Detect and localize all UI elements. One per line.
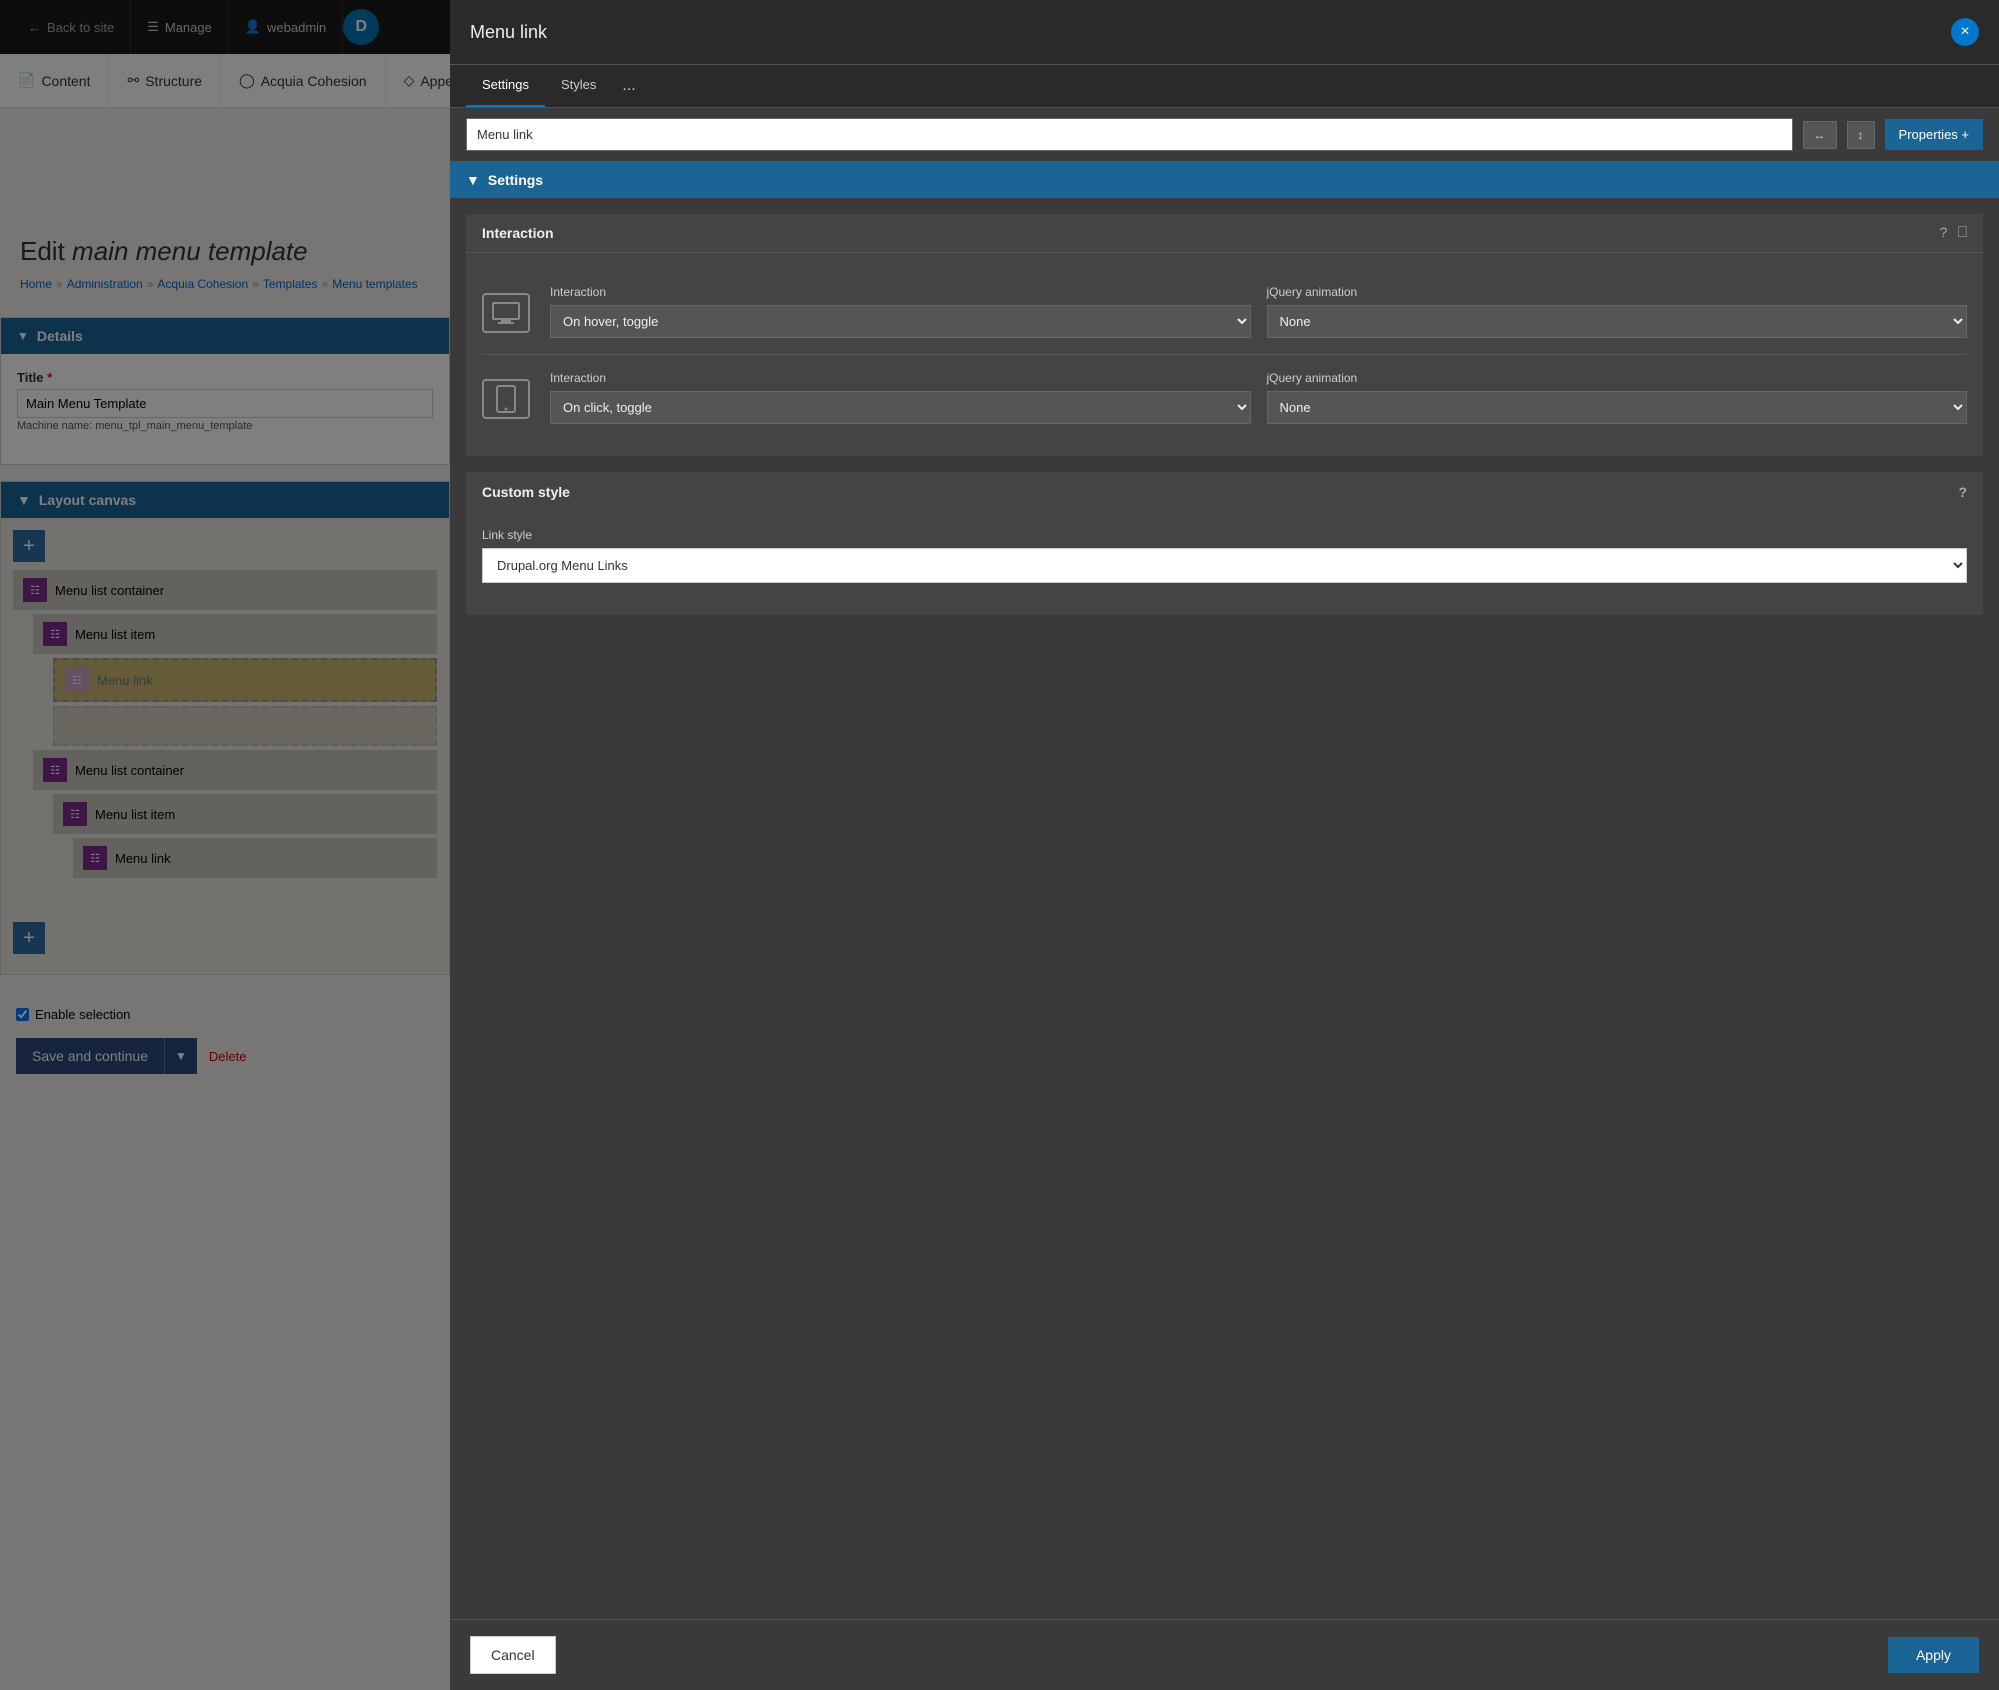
modal-toolbar-btn2[interactable]: ↕ <box>1847 121 1875 149</box>
apply-button[interactable]: Apply <box>1888 1637 1979 1673</box>
jquery-select-1[interactable]: None Fade Slide <box>1267 305 1968 338</box>
settings-section-label: Settings <box>488 172 543 188</box>
custom-style-section: Custom style ? Link style Drupal.org Men… <box>466 472 1983 615</box>
modal-toolbar: ↔ ↕ Properties + <box>450 108 1999 162</box>
custom-style-header[interactable]: Custom style ? <box>466 472 1983 512</box>
interaction-label: Interaction <box>482 225 554 241</box>
interaction-select-1[interactable]: On hover, toggle On click, toggle <box>550 305 1251 338</box>
modal-close-button[interactable]: × <box>1951 18 1979 46</box>
jquery-field-1: jQuery animation None Fade Slide <box>1267 285 1968 338</box>
custom-style-body: Link style Drupal.org Menu Links <box>466 512 1983 615</box>
interaction-fields-1: Interaction On hover, toggle On click, t… <box>550 285 1967 338</box>
modal-dialog: Menu link × Settings Styles ... ↔ ↕ Prop… <box>450 0 1999 1690</box>
modal-footer: Cancel Apply <box>450 1619 1999 1690</box>
interaction-field-2: Interaction On hover, toggle On click, t… <box>550 371 1251 424</box>
tab-more[interactable]: ... <box>612 65 645 107</box>
desktop-icon <box>482 293 530 333</box>
interaction-label-1: Interaction <box>550 285 1251 299</box>
help-icon[interactable]: ? <box>1940 224 1948 242</box>
settings-section-header[interactable]: ▼ Settings <box>450 162 1999 198</box>
interaction-section: Interaction ? ⎕ <box>466 214 1983 456</box>
interaction-field-1: Interaction On hover, toggle On click, t… <box>550 285 1251 338</box>
interaction-body: Interaction On hover, toggle On click, t… <box>466 253 1983 456</box>
jquery-field-2: jQuery animation None Fade Slide <box>1267 371 1968 424</box>
jquery-label-2: jQuery animation <box>1267 371 1968 385</box>
tab-settings[interactable]: Settings <box>466 65 545 107</box>
interaction-row-mobile: Interaction On hover, toggle On click, t… <box>482 355 1967 440</box>
modal-toolbar-btn1[interactable]: ↔ <box>1803 121 1837 149</box>
custom-style-help-icon[interactable]: ? <box>1958 484 1967 500</box>
settings-toggle-icon: ▼ <box>466 172 480 188</box>
modal-overlay: Menu link × Settings Styles ... ↔ ↕ Prop… <box>0 0 1999 1690</box>
settings-section-body: Interaction ? ⎕ <box>450 198 1999 647</box>
properties-button[interactable]: Properties + <box>1885 119 1983 150</box>
jquery-select-2[interactable]: None Fade Slide <box>1267 391 1968 424</box>
interaction-header: Interaction ? ⎕ <box>466 214 1983 253</box>
modal-header: Menu link × <box>450 0 1999 65</box>
interaction-fields-2: Interaction On hover, toggle On click, t… <box>550 371 1967 424</box>
interaction-row-desktop: Interaction On hover, toggle On click, t… <box>482 269 1967 355</box>
modal-name-input[interactable] <box>466 118 1793 151</box>
custom-style-label: Custom style <box>482 484 570 500</box>
tab-styles[interactable]: Styles <box>545 65 612 107</box>
mobile-icon <box>482 379 530 419</box>
modal-tabs: Settings Styles ... <box>450 65 1999 108</box>
link-style-group: Link style Drupal.org Menu Links <box>482 528 1967 583</box>
modal-body: ▼ Settings Interaction ? ⎕ <box>450 162 1999 1619</box>
jquery-label-1: jQuery animation <box>1267 285 1968 299</box>
interaction-select-2[interactable]: On hover, toggle On click, toggle <box>550 391 1251 424</box>
link-style-label: Link style <box>482 528 1967 542</box>
modal-title: Menu link <box>470 22 547 43</box>
cancel-button[interactable]: Cancel <box>470 1636 556 1674</box>
link-style-select[interactable]: Drupal.org Menu Links <box>482 548 1967 583</box>
device-toggle-icon[interactable]: ⎕ <box>1957 224 1967 242</box>
interaction-label-2: Interaction <box>550 371 1251 385</box>
